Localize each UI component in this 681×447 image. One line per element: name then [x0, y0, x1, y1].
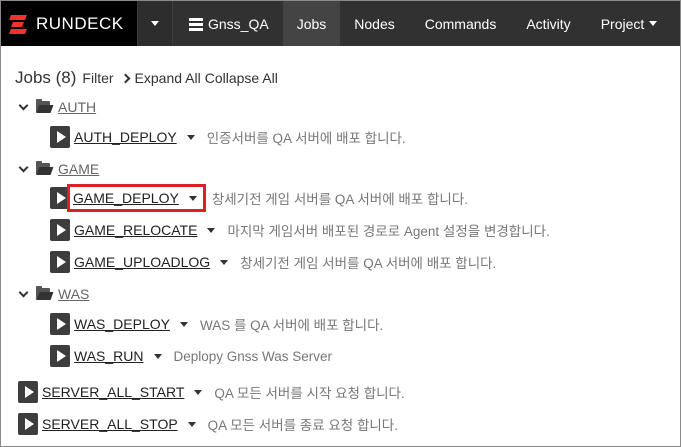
play-icon [24, 418, 34, 430]
job-name-link[interactable]: SERVER_ALL_STOP [42, 414, 178, 434]
top-navbar: RUNDECK Gnss_QA Jobs Nodes Commands Acti… [1, 1, 680, 46]
collapse-all-link[interactable]: Collapse All [205, 70, 278, 86]
folder-open-icon [36, 161, 54, 175]
job-description: QA 모든 서버를 종료 요청 합니다. [207, 418, 398, 433]
group-name[interactable]: AUTH [58, 99, 96, 115]
play-icon [56, 350, 66, 362]
jobs-header: Jobs (8) Filter Expand All Collapse All [15, 68, 278, 88]
filter-link[interactable]: Filter [82, 70, 113, 86]
job-description: 마지막 게임서버 배포된 경로로 Agent 설정을 변경합니다. [227, 224, 550, 239]
play-icon [24, 386, 34, 398]
job-name-link[interactable]: WAS_RUN [74, 346, 144, 366]
job-actions-caret-icon[interactable] [153, 353, 162, 359]
folder-open-icon [36, 286, 54, 300]
play-icon [56, 256, 66, 268]
app-menu-dropdown[interactable] [137, 1, 173, 46]
play-icon [56, 224, 66, 236]
job-description: 창세기전 게임 서버를 QA 서버에 배포 합니다. [240, 256, 497, 271]
rundeck-logo-icon [8, 13, 28, 35]
job-actions-caret-icon[interactable] [220, 259, 229, 265]
job-row: SERVER_ALL_STOP QA 모든 서버를 종료 요청 합니다. [18, 413, 398, 435]
job-name-link[interactable]: GAME_UPLOADLOG [74, 252, 210, 272]
job-actions-caret-icon[interactable] [188, 195, 197, 201]
nav-activity[interactable]: Activity [510, 1, 584, 46]
job-description: WAS 를 QA 서버에 배포 합니다. [199, 318, 384, 333]
run-job-button[interactable] [18, 413, 38, 435]
project-home-link[interactable]: Gnss_QA [173, 1, 283, 46]
nav-project-menu[interactable]: Project [585, 1, 672, 46]
caret-down-icon [649, 21, 658, 26]
job-actions-caret-icon[interactable] [179, 321, 188, 327]
project-menu-label: Project [600, 15, 645, 32]
nav-jobs[interactable]: Jobs [282, 1, 341, 46]
list-icon [189, 17, 203, 31]
expand-all-link[interactable]: Expand All [135, 70, 201, 86]
run-job-button[interactable] [50, 219, 70, 241]
highlight-box: GAME_DEPLOY [67, 184, 206, 212]
group-name[interactable]: GAME [58, 161, 99, 177]
chevron-down-icon [18, 287, 29, 297]
run-job-button[interactable] [50, 251, 70, 273]
job-description: QA 모든 서버를 시작 요청 합니다. [214, 386, 405, 401]
group-game[interactable]: GAME [18, 159, 99, 179]
group-auth[interactable]: AUTH [18, 97, 96, 117]
job-actions-caret-icon[interactable] [186, 134, 195, 140]
job-row: GAME_UPLOADLOG 창세기전 게임 서버를 QA 서버에 배포 합니다… [50, 251, 496, 273]
play-icon [56, 131, 66, 143]
group-name[interactable]: WAS [58, 286, 89, 302]
job-name-link[interactable]: GAME_RELOCATE [74, 220, 197, 240]
chevron-down-icon [18, 100, 29, 110]
run-job-button[interactable] [50, 345, 70, 367]
job-row: GAME_DEPLOY 창세기전 게임 서버를 QA 서버에 배포 합니다. [50, 184, 468, 212]
job-row: WAS_RUN Deplopy Gnss Was Server [50, 345, 332, 367]
nav-commands[interactable]: Commands [409, 1, 511, 46]
page-title: Jobs (8) [15, 68, 77, 87]
play-icon [56, 192, 66, 204]
job-row: SERVER_ALL_START QA 모든 서버를 시작 요청 합니다. [18, 381, 405, 403]
job-name-link[interactable]: AUTH_DEPLOY [74, 127, 177, 147]
job-row: WAS_DEPLOY WAS 를 QA 서버에 배포 합니다. [50, 313, 383, 335]
job-name-link[interactable]: WAS_DEPLOY [74, 314, 170, 334]
chevron-right-icon [120, 73, 130, 84]
brand-name: RUNDECK [36, 13, 124, 33]
run-job-button[interactable] [50, 126, 70, 148]
project-name: Gnss_QA [208, 15, 269, 32]
folder-open-icon [36, 99, 54, 113]
play-icon [56, 318, 66, 330]
run-job-button[interactable] [50, 313, 70, 335]
job-description: Deplopy Gnss Was Server [173, 348, 333, 364]
job-name-link[interactable]: SERVER_ALL_START [42, 382, 184, 402]
job-description: 인증서버를 QA 서버에 배포 합니다. [206, 131, 406, 146]
job-row: GAME_RELOCATE 마지막 게임서버 배포된 경로로 Agent 설정을… [50, 219, 550, 241]
chevron-down-icon [18, 162, 29, 172]
nav-nodes[interactable]: Nodes [340, 1, 408, 46]
job-name-link[interactable]: GAME_DEPLOY [73, 188, 179, 208]
caret-down-icon [151, 21, 159, 26]
job-actions-caret-icon[interactable] [187, 421, 196, 427]
job-description: 창세기전 게임 서버를 QA 서버에 배포 합니다. [211, 192, 468, 207]
job-row: AUTH_DEPLOY 인증서버를 QA 서버에 배포 합니다. [50, 126, 406, 148]
brand[interactable]: RUNDECK [1, 1, 137, 46]
job-actions-caret-icon[interactable] [207, 227, 216, 233]
job-actions-caret-icon[interactable] [194, 389, 203, 395]
run-job-button[interactable] [18, 381, 38, 403]
group-was[interactable]: WAS [18, 284, 89, 304]
